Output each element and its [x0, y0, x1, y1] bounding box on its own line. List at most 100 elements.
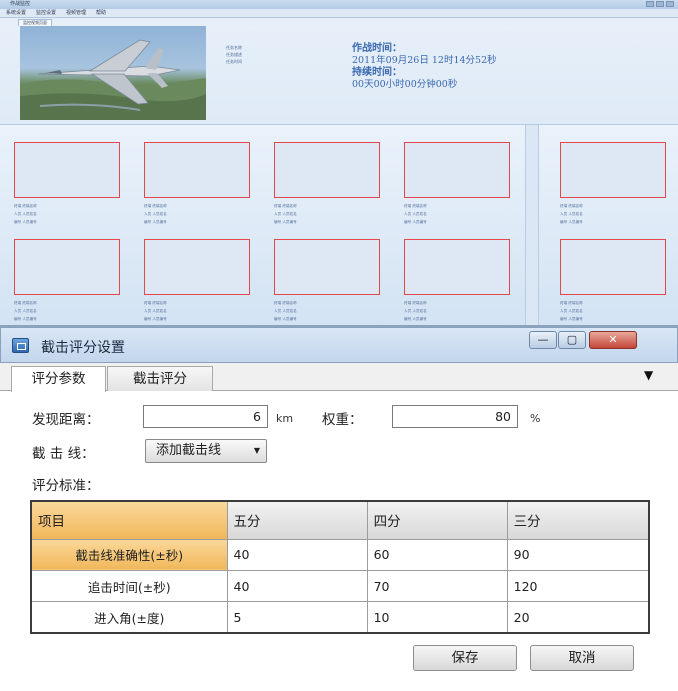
- terminal-name: 终端 终端名称: [560, 301, 583, 305]
- weight-input[interactable]: [392, 405, 518, 428]
- person-id: 编号 人员编号: [274, 220, 297, 224]
- maximize-button[interactable]: ▢: [558, 331, 586, 349]
- weight-label: 权重：: [322, 412, 363, 428]
- video-cell[interactable]: 终端 终端名称 人员 人员姓名 编号 人员编号: [560, 239, 666, 323]
- header-three[interactable]: 三分: [506, 500, 650, 540]
- discover-distance-input[interactable]: [143, 405, 268, 428]
- table-cell[interactable]: 40: [226, 538, 368, 572]
- add-intercept-line-combo[interactable]: 添加截击线 ▼: [145, 439, 267, 463]
- app-close-button[interactable]: [666, 1, 674, 7]
- table-cell[interactable]: 40: [226, 570, 368, 603]
- header-four[interactable]: 四分: [366, 500, 508, 540]
- table-cell[interactable]: 10: [366, 601, 508, 634]
- video-cell[interactable]: 终端 终端名称 人员 人员姓名 编号 人员编号: [404, 142, 510, 226]
- tab-intercept-score[interactable]: 截击评分: [107, 366, 213, 391]
- video-meta: 终端 终端名称 人员 人员姓名 编号 人员编号: [14, 202, 120, 226]
- person-name: 人员 人员姓名: [274, 212, 297, 216]
- close-button[interactable]: ✕: [589, 331, 637, 349]
- duration-label: 持续时间：: [352, 67, 402, 78]
- video-frame[interactable]: [560, 142, 666, 198]
- menu-item-system[interactable]: 系统设置: [6, 9, 26, 17]
- table-cell[interactable]: 5: [226, 601, 368, 634]
- terminal-name: 终端 终端名称: [14, 204, 37, 208]
- mission-header: 任务名称 任务描述 任务时间 作战时间： 2011年09月26日 12时14分5…: [0, 26, 678, 121]
- dialog-titlebar[interactable]: 截击评分设置 — ▢ ✕: [0, 327, 678, 363]
- menu-item-monitor[interactable]: 监控设置: [36, 9, 56, 17]
- person-name: 人员 人员姓名: [404, 309, 427, 313]
- dialog-tab-row: 评分参数 截击评分: [0, 363, 678, 392]
- video-frame[interactable]: [404, 239, 510, 295]
- video-meta: 终端 终端名称 人员 人员姓名 编号 人员编号: [144, 299, 250, 323]
- person-id: 编号 人员编号: [560, 317, 583, 321]
- menu-item-video[interactable]: 视频管理: [66, 9, 86, 17]
- table-cell[interactable]: 120: [506, 570, 650, 603]
- app-minimize-button[interactable]: [646, 1, 654, 7]
- score-standard-table: 项目 五分 四分 三分 截击线准确性(±秒) 40 60 90 追击时间(±秒)…: [30, 500, 650, 634]
- app-window-icon: [12, 338, 29, 353]
- header-item[interactable]: 项目: [30, 500, 228, 540]
- cancel-button[interactable]: 取消: [530, 645, 634, 671]
- person-id: 编号 人员编号: [404, 220, 427, 224]
- video-cell[interactable]: 终端 终端名称 人员 人员姓名 编号 人员编号: [14, 239, 120, 323]
- video-cell[interactable]: 终端 终端名称 人员 人员姓名 编号 人员编号: [404, 239, 510, 323]
- panel-splitter[interactable]: [525, 125, 539, 325]
- tab-monitor-video[interactable]: 监控视频页面: [18, 19, 52, 26]
- terminal-name: 终端 终端名称: [560, 204, 583, 208]
- table-header-row: 项目 五分 四分 三分: [30, 500, 650, 540]
- row-item-accuracy[interactable]: 截击线准确性(±秒): [30, 538, 228, 572]
- menu-item-help[interactable]: 帮助: [96, 9, 106, 17]
- terminal-name: 终端 终端名称: [144, 301, 167, 305]
- person-name: 人员 人员姓名: [274, 309, 297, 313]
- table-cell[interactable]: 60: [366, 538, 508, 572]
- video-cell[interactable]: 终端 终端名称 人员 人员姓名 编号 人员编号: [274, 142, 380, 226]
- table-cell[interactable]: 90: [506, 538, 650, 572]
- video-frame[interactable]: [274, 239, 380, 295]
- video-meta: 终端 终端名称 人员 人员姓名 编号 人员编号: [560, 299, 666, 323]
- mission-time-label: 任务时间: [226, 59, 242, 64]
- video-cell[interactable]: 终端 终端名称 人员 人员姓名 编号 人员编号: [144, 142, 250, 226]
- video-frame[interactable]: [144, 142, 250, 198]
- person-name: 人员 人员姓名: [144, 309, 167, 313]
- fighter-jet-image: [20, 26, 206, 120]
- save-button[interactable]: 保存: [413, 645, 517, 671]
- video-meta: 终端 终端名称 人员 人员姓名 编号 人员编号: [274, 202, 380, 226]
- person-name: 人员 人员姓名: [144, 212, 167, 216]
- person-id: 编号 人员编号: [14, 317, 37, 321]
- tab-dropdown-icon[interactable]: ▼: [644, 368, 653, 382]
- table-row: 进入角(±度) 5 10 20: [30, 601, 650, 634]
- video-frame[interactable]: [14, 142, 120, 198]
- video-cell[interactable]: 终端 终端名称 人员 人员姓名 编号 人员编号: [14, 142, 120, 226]
- header-five[interactable]: 五分: [226, 500, 368, 540]
- person-id: 编号 人员编号: [274, 317, 297, 321]
- battle-time-value: 2011年09月26日 12时14分52秒: [352, 55, 497, 66]
- table-cell[interactable]: 70: [366, 570, 508, 603]
- video-frame[interactable]: [560, 239, 666, 295]
- distance-unit: km: [276, 412, 294, 425]
- row-item-pursuit-time[interactable]: 追击时间(±秒): [30, 570, 228, 603]
- person-name: 人员 人员姓名: [560, 212, 583, 216]
- dialog-title: 截击评分设置: [41, 340, 125, 356]
- row-item-entry-angle[interactable]: 进入角(±度): [30, 601, 228, 634]
- person-id: 编号 人员编号: [560, 220, 583, 224]
- video-frame[interactable]: [14, 239, 120, 295]
- person-id: 编号 人员编号: [404, 317, 427, 321]
- terminal-name: 终端 终端名称: [404, 301, 427, 305]
- video-cell[interactable]: 终端 终端名称 人员 人员姓名 编号 人员编号: [560, 142, 666, 226]
- person-id: 编号 人员编号: [144, 220, 167, 224]
- video-frame[interactable]: [274, 142, 380, 198]
- video-meta: 终端 终端名称 人员 人员姓名 编号 人员编号: [404, 202, 510, 226]
- add-intercept-line-value: 添加截击线: [156, 443, 222, 458]
- mission-info: 任务名称 任务描述 任务时间: [226, 44, 242, 65]
- minimize-button[interactable]: —: [529, 331, 557, 349]
- video-cell[interactable]: 终端 终端名称 人员 人员姓名 编号 人员编号: [274, 239, 380, 323]
- table-row: 追击时间(±秒) 40 70 120: [30, 570, 650, 603]
- app-window-controls: [646, 1, 674, 7]
- mission-desc-label: 任务描述: [226, 52, 242, 57]
- app-maximize-button[interactable]: [656, 1, 664, 7]
- person-name: 人员 人员姓名: [14, 309, 37, 313]
- video-frame[interactable]: [144, 239, 250, 295]
- table-cell[interactable]: 20: [506, 601, 650, 634]
- tab-score-params[interactable]: 评分参数: [11, 366, 106, 392]
- video-cell[interactable]: 终端 终端名称 人员 人员姓名 编号 人员编号: [144, 239, 250, 323]
- video-frame[interactable]: [404, 142, 510, 198]
